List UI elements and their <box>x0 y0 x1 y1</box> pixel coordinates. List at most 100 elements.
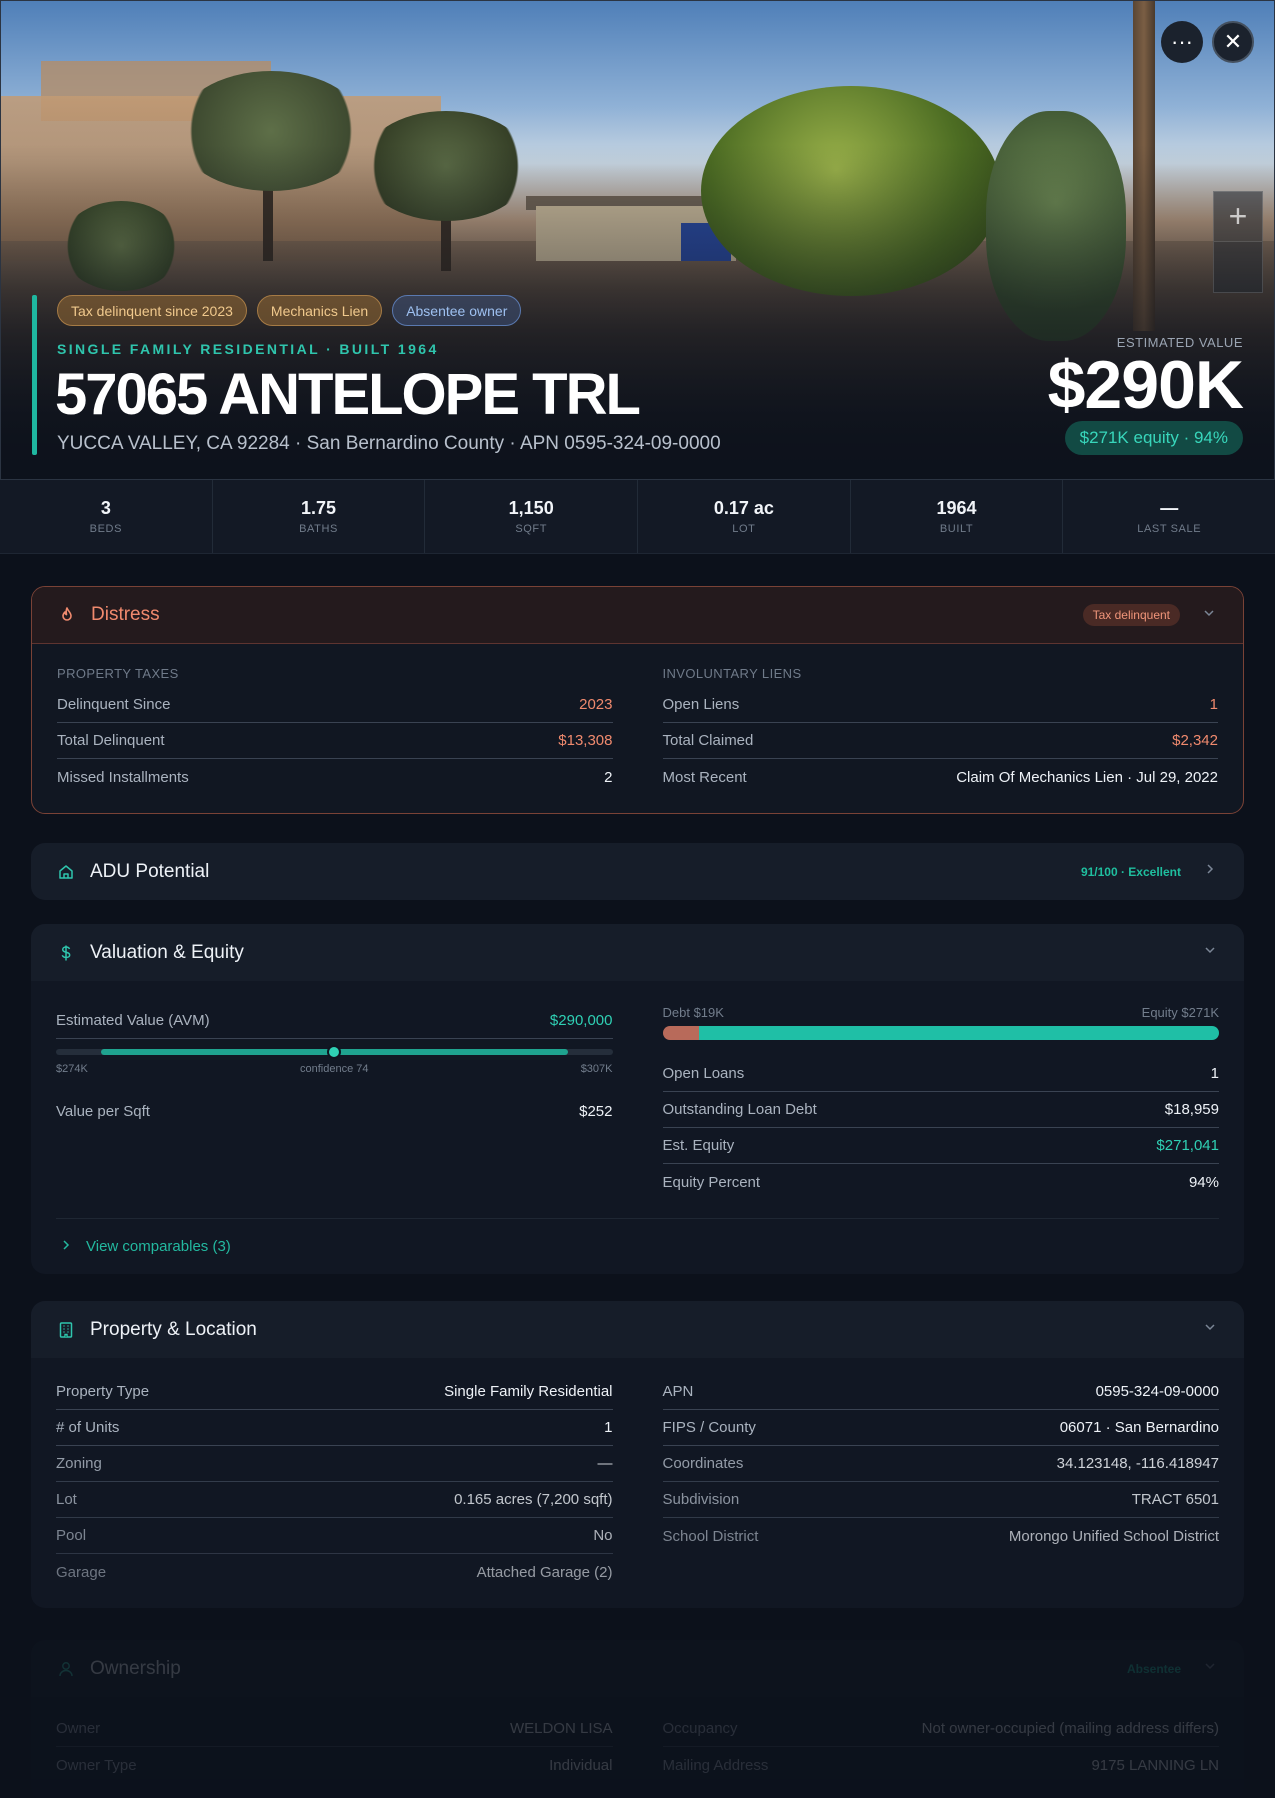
row-value: 0595-324-09-0000 <box>1095 1383 1219 1400</box>
distress-body: PROPERTY TAXES Delinquent Since 2023 Tota… <box>32 644 1243 813</box>
stat-built: 1964 BUILT <box>851 480 1064 553</box>
tag-mechanics-lien: Mechanics Lien <box>256 295 383 326</box>
detail-row: Open Loans 1 <box>662 1056 1219 1092</box>
row-key: Garage <box>56 1563 107 1581</box>
row-value: 1 <box>604 1419 613 1436</box>
ownership-left-column: Owner WELDON LISA Owner Type Individual <box>56 1711 613 1783</box>
row-value: 1 <box>1210 1065 1219 1082</box>
detail-row: APN 0595-324-09-0000 <box>662 1374 1219 1410</box>
row-key: Zoning <box>56 1455 102 1472</box>
detail-row: School District Morongo Unified School Di… <box>663 1518 1220 1554</box>
row-key: Open Loans <box>662 1065 745 1082</box>
detail-row: Equity Percent 94% <box>663 1164 1220 1200</box>
ownership-header[interactable]: Ownership Absentee <box>31 1640 1244 1697</box>
stat-label: BEDS <box>89 523 123 535</box>
row-key: APN <box>662 1383 694 1400</box>
row-value: TRACT 6501 <box>1131 1491 1219 1508</box>
row-value: $252 <box>579 1102 613 1120</box>
row-key: Most Recent <box>662 768 747 786</box>
property-address: YUCCA VALLEY, CA 92284 · San Bernardino … <box>57 433 721 454</box>
property-header[interactable]: Property & Location <box>31 1301 1244 1358</box>
detail-row: Subdivision TRACT 6501 <box>662 1482 1219 1518</box>
avm-confidence: confidence 74 <box>300 1063 369 1075</box>
ownership-title: Ownership <box>90 1657 181 1679</box>
stat-lot: 0.17 ac LOT <box>638 480 851 553</box>
detail-row: Lot 0.165 acres (7,200 sqft) <box>56 1482 613 1518</box>
ownership-card: Ownership Absentee Owner WELDON LISA Owne… <box>31 1640 1244 1798</box>
property-taxes-column: PROPERTY TAXES Delinquent Since 2023 Tota… <box>57 666 613 795</box>
distress-header[interactable]: Distress Tax delinquent <box>32 587 1243 644</box>
stat-label: BATHS <box>299 523 338 535</box>
distress-card: Distress Tax delinquent PROPERTY TAXES D… <box>31 586 1244 814</box>
row-key: Value per Sqft <box>56 1102 150 1120</box>
row-value: $18,959 <box>1164 1101 1219 1118</box>
detail-row: Coordinates 34.123148, -116.418947 <box>662 1446 1219 1482</box>
adu-header[interactable]: ADU Potential 91/100 · Excellent <box>31 843 1244 900</box>
row-key: Total Delinquent <box>57 732 165 749</box>
adu-potential-card[interactable]: ADU Potential 91/100 · Excellent <box>31 843 1244 900</box>
zoom-in-button[interactable]: + <box>1214 192 1262 242</box>
detail-row: Missed Installments 2 <box>57 759 613 795</box>
ownership-badge: Absentee <box>1126 1661 1181 1676</box>
stat-label: LOT <box>732 523 756 535</box>
estimated-value: $290K <box>1047 347 1244 423</box>
valuation-header[interactable]: Valuation & Equity <box>31 924 1244 981</box>
stat-value: 0.17 ac <box>713 498 774 518</box>
view-comparables-link[interactable]: View comparables (3) <box>56 1218 1219 1274</box>
involuntary-liens-column: INVOLUNTARY LIENS Open Liens 1 Total Clai… <box>662 666 1218 795</box>
detail-row: Estimated Value (AVM) $290,000 <box>56 1003 613 1039</box>
row-value: $2,342 <box>1172 732 1218 749</box>
adu-title: ADU Potential <box>90 860 210 882</box>
detail-row: Total Claimed $2,342 <box>662 723 1218 759</box>
stat-value: 1,150 <box>508 498 554 518</box>
chevron-down-icon[interactable] <box>1201 1659 1219 1678</box>
zoom-out-button[interactable] <box>1214 242 1262 292</box>
flame-icon <box>57 605 77 625</box>
avm-label: Estimated Value (AVM) <box>56 1012 210 1029</box>
row-value: Morongo Unified School District <box>1008 1527 1219 1545</box>
zoom-control: + <box>1213 191 1263 293</box>
row-key: Delinquent Since <box>57 696 171 713</box>
stat-last-sale: — LAST SALE <box>1063 480 1275 553</box>
chevron-down-icon[interactable] <box>1200 606 1218 625</box>
stat-beds: 3 BEDS <box>0 480 213 553</box>
row-value: 0.165 acres (7,200 sqft) <box>454 1491 613 1508</box>
row-value: 94% <box>1188 1173 1219 1191</box>
row-value: $271,041 <box>1156 1137 1219 1154</box>
row-key: FIPS / County <box>662 1419 756 1436</box>
close-icon: ✕ <box>1223 29 1243 54</box>
close-button[interactable]: ✕ <box>1212 21 1254 63</box>
detail-row: Property Type Single Family Residential <box>56 1374 613 1410</box>
property-body: Property Type Single Family Residential #… <box>31 1358 1244 1608</box>
chevron-down-icon[interactable] <box>1201 943 1219 962</box>
row-key: Subdivision <box>662 1491 740 1508</box>
detail-row: Total Delinquent $13,308 <box>57 723 613 759</box>
detail-row: Outstanding Loan Debt $18,959 <box>662 1092 1219 1128</box>
chevron-down-icon[interactable] <box>1201 1320 1219 1339</box>
dollar-icon <box>56 943 76 963</box>
row-value: 34.123148, -116.418947 <box>1056 1455 1219 1472</box>
equity-badge: $271K equity · 94% <box>1064 421 1243 455</box>
chevron-right-icon[interactable] <box>1201 862 1219 881</box>
row-key: Missed Installments <box>57 768 189 786</box>
more-icon: ··· <box>1171 29 1193 54</box>
detail-row: Owner WELDON LISA <box>56 1711 613 1747</box>
row-key: Property Type <box>56 1383 150 1400</box>
row-value: Single Family Residential <box>444 1383 613 1400</box>
more-options-button[interactable]: ··· <box>1161 21 1203 63</box>
row-value: No <box>593 1527 613 1544</box>
row-value: Claim Of Mechanics Lien · Jul 29, 2022 <box>956 768 1218 786</box>
valuation-equity-card: Valuation & Equity Estimated Value (AVM)… <box>31 924 1244 1274</box>
detail-row: # of Units 1 <box>56 1410 613 1446</box>
row-key: School District <box>662 1527 759 1545</box>
property-subtitle: SINGLE FAMILY RESIDENTIAL · BUILT 1964 <box>57 341 439 357</box>
stat-value: 3 <box>100 498 111 518</box>
building-icon <box>56 1320 76 1340</box>
row-key: Total Claimed <box>662 732 754 749</box>
detail-row: Zoning — <box>56 1446 613 1482</box>
row-key: Owner <box>56 1720 101 1737</box>
stat-value: 1.75 <box>300 498 337 518</box>
detail-row: Garage Attached Garage (2) <box>56 1554 613 1590</box>
row-value: — <box>597 1455 613 1472</box>
row-key: Coordinates <box>662 1455 744 1472</box>
